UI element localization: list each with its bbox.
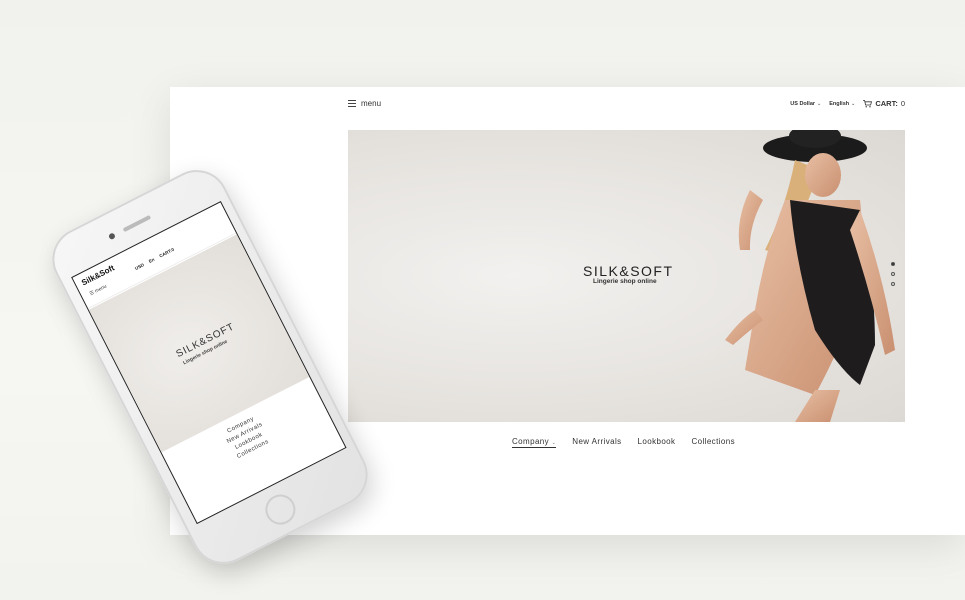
currency-dropdown[interactable]: US Dollar ⌄: [790, 101, 821, 107]
nav-item-new-arrivals[interactable]: New Arrivals: [572, 437, 621, 448]
hero-model-image: [725, 130, 895, 422]
cart-button[interactable]: CART: 0: [863, 99, 905, 108]
mobile-preview: Silk&Soft ☰ menu USD En CART:0 SILK&SOFT…: [41, 159, 379, 582]
language-dropdown[interactable]: English ⌄: [829, 101, 855, 107]
camera-icon: [107, 232, 116, 241]
header-tools: US Dollar ⌄ English ⌄ CART: 0: [790, 99, 905, 108]
header: menu US Dollar ⌄ English ⌄ CART: 0: [348, 99, 905, 115]
phone-device: Silk&Soft ☰ menu USD En CART:0 SILK&SOFT…: [41, 159, 379, 575]
chevron-down-icon: ⌄: [851, 100, 856, 107]
chevron-down-icon: ⌄: [817, 100, 822, 107]
hero-subtitle: Lingerie shop online: [593, 278, 657, 285]
phone-screen: Silk&Soft ☰ menu USD En CART:0 SILK&SOFT…: [71, 200, 347, 525]
hero-title: SILK&SOFT: [583, 263, 674, 279]
phone-logo[interactable]: Silk&Soft: [80, 263, 116, 287]
currency-label: US Dollar: [790, 100, 816, 107]
chevron-down-icon: ⌄: [551, 440, 557, 446]
phone-header-tools: USD En CART:0: [134, 247, 175, 271]
nav-item-collections[interactable]: Collections: [691, 437, 735, 448]
slider-dot-2[interactable]: [891, 272, 895, 276]
menu-button[interactable]: menu: [348, 99, 381, 108]
home-button[interactable]: [260, 489, 301, 530]
main-nav: Company ⌄ New Arrivals Lookbook Collecti…: [512, 437, 735, 448]
hamburger-icon: [348, 100, 356, 107]
phone-menu-button[interactable]: ☰ menu: [89, 284, 108, 298]
speaker-icon: [122, 214, 152, 233]
phone-language-dropdown[interactable]: En: [148, 257, 155, 264]
cart-label: CART:: [875, 99, 898, 108]
phone-currency-dropdown[interactable]: USD: [134, 262, 145, 271]
cart-icon: [863, 99, 873, 107]
hero-slider: SILK&SOFT Lingerie shop online: [348, 130, 905, 422]
slider-dot-1[interactable]: [891, 262, 895, 266]
nav-item-company[interactable]: Company ⌄: [512, 437, 557, 448]
menu-label: menu: [361, 99, 382, 108]
language-label: English: [829, 100, 850, 107]
cart-count: 0: [900, 99, 905, 108]
slider-pagination: [891, 262, 895, 286]
phone-cart-button[interactable]: CART:0: [158, 247, 175, 259]
slider-dot-3[interactable]: [891, 282, 895, 286]
nav-item-lookbook[interactable]: Lookbook: [638, 437, 676, 448]
